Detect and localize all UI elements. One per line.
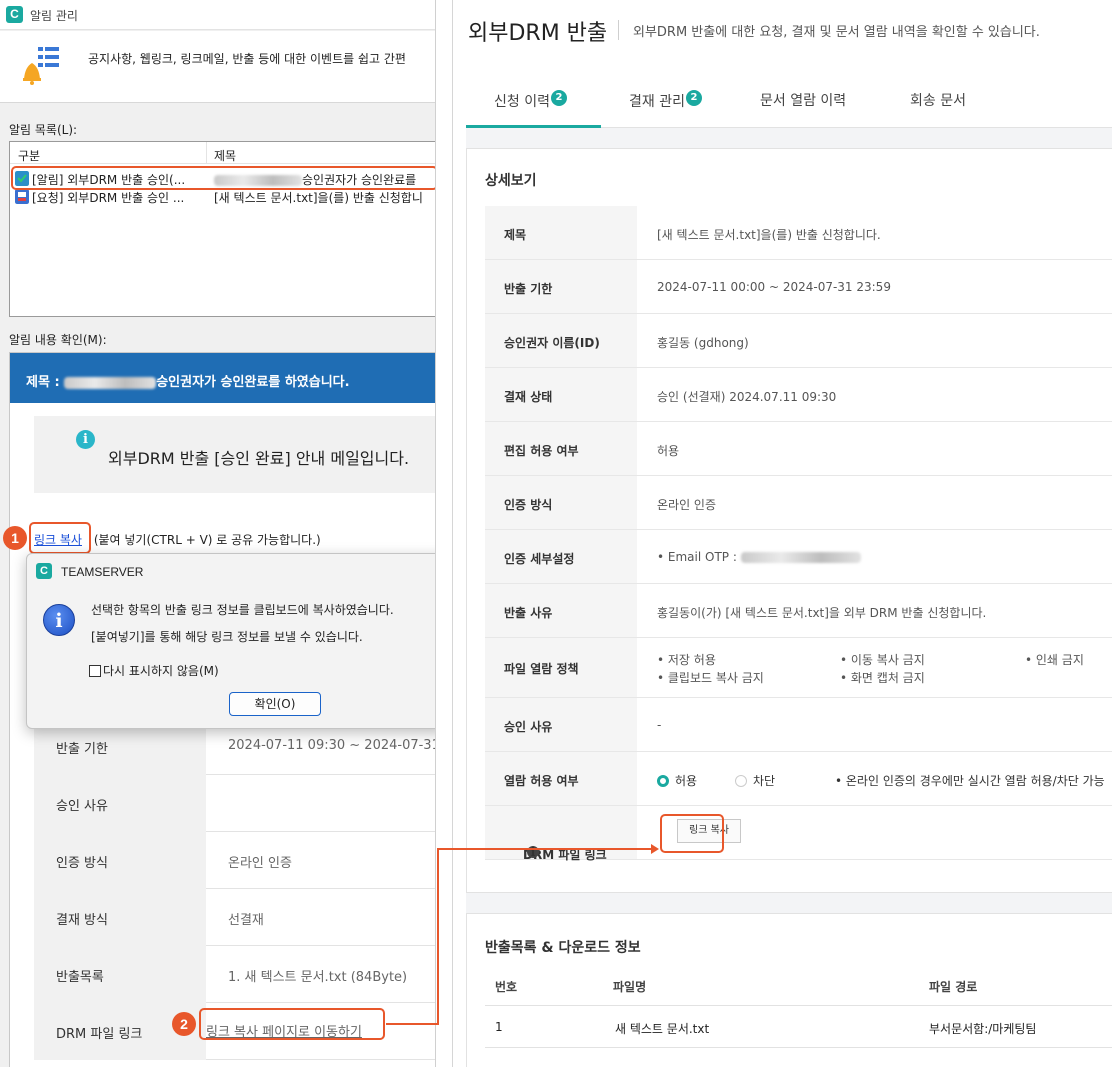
detail-value: 선결재 bbox=[228, 913, 264, 928]
info-icon: i bbox=[43, 604, 75, 636]
dialog-message-2: [붙여넣기]를 통해 해당 링크 정보를 보낼 수 있습니다. bbox=[91, 630, 363, 644]
request-mail-icon bbox=[15, 189, 29, 204]
radio-block[interactable]: 차단 bbox=[735, 772, 775, 789]
detail-row-auth: 인증 방식 온라인 인증 bbox=[485, 476, 1112, 530]
tab-request-history[interactable]: 신청 이력 2 bbox=[494, 90, 567, 111]
content-title-bar: 제목 : 승인권자가 승인완료를 하였습니다. bbox=[10, 353, 435, 403]
radio-off-icon[interactable] bbox=[735, 775, 747, 787]
app-logo-icon: C bbox=[36, 563, 52, 579]
window-title: 알림 관리 bbox=[30, 9, 78, 23]
col-header-type[interactable]: 구분 bbox=[18, 147, 40, 164]
list-label: 알림 목록(L): bbox=[9, 123, 78, 137]
info-notice: i 외부DRM 반출 [승인 완료] 안내 메일입니다. bbox=[34, 416, 435, 493]
detail-row-policy: 파일 열람 정책 • 저장 허용 • 이동 복사 금지 • 인쇄 금지 • 클립… bbox=[485, 638, 1112, 698]
copy-link-highlight bbox=[29, 522, 91, 554]
tab-approval[interactable]: 결재 관리 2 bbox=[629, 90, 702, 111]
list-item[interactable]: [요청] 외부DRM 반출 승인 ... [새 텍스트 문서.txt]을(를) … bbox=[10, 188, 435, 205]
copy-button-highlight bbox=[660, 814, 724, 853]
dont-show-checkbox[interactable]: 다시 표시하지 않음(M) bbox=[89, 662, 219, 679]
detail-row-period: 반출 기한 2024-07-11 00:00 ~ 2024-07-31 23:59 bbox=[485, 260, 1112, 314]
content-label: 알림 내용 확인(M): bbox=[9, 333, 107, 347]
detail-row-auth-detail: 인증 세부설정 • Email OTP : bbox=[485, 530, 1112, 584]
content-area: 상세보기 제목 [새 텍스트 문서.txt]을(를) 반출 신청합니다. 반출 기… bbox=[466, 128, 1112, 1067]
detail-key: 반출목록 bbox=[56, 970, 104, 985]
detail-row-approver: 승인권자 이름(ID) 홍길동 (gdhong) bbox=[485, 314, 1112, 368]
detail-row-title: 제목 [새 텍스트 문서.txt]을(를) 반출 신청합니다. bbox=[485, 206, 1112, 260]
selected-row-highlight bbox=[11, 166, 435, 190]
detail-row-status: 결재 상태 승인 (선결재) 2024.07.11 09:30 bbox=[485, 368, 1112, 422]
dialog-title: TEAMSERVER bbox=[61, 565, 144, 579]
page-subtitle: 외부DRM 반출에 대한 요청, 결재 및 문서 열람 내역을 확인할 수 있습… bbox=[633, 25, 1040, 40]
banner-description: 공지사항, 웹링크, 링크메일, 반출 등에 대한 이벤트를 쉽고 간편 bbox=[88, 52, 406, 66]
step-badge-1: 1 bbox=[3, 526, 27, 550]
info-circle-icon: i bbox=[76, 430, 95, 449]
tab-bar: 신청 이력 2 결재 관리 2 문서 열람 이력 회송 문서 bbox=[466, 65, 1112, 128]
detail-value: 2024-07-11 09:30 ~ 2024-07-31 2 bbox=[228, 738, 436, 753]
file-table-header: 번호 파일명 파일 경로 bbox=[485, 964, 1112, 1006]
list-header: 구분 제목 bbox=[10, 142, 435, 164]
info-icon: i bbox=[527, 846, 539, 858]
step-badge-2: 2 bbox=[172, 1012, 196, 1036]
detail-key: 반출 기한 bbox=[56, 742, 108, 757]
table-row[interactable]: 1 새 텍스트 문서.txt 부서문서함:/마케팅팀 bbox=[485, 1006, 1112, 1048]
detail-value: 1. 새 텍스트 문서.txt (84Byte) bbox=[228, 970, 408, 985]
bell-list-icon bbox=[23, 47, 59, 85]
title-prefix: 제목 : bbox=[26, 375, 60, 390]
detail-row-reason: 반출 사유 홍길동이(가) [새 텍스트 문서.txt]을 외부 DRM 반출 신… bbox=[485, 584, 1112, 638]
file-list-card: 반출목록 & 다운로드 정보 번호 파일명 파일 경로 1 새 텍스트 문서.t… bbox=[466, 913, 1112, 1067]
row-subject: [새 텍스트 문서.txt]을(를) 반출 신청합니 bbox=[214, 191, 423, 205]
ok-button[interactable]: 확인(O) bbox=[229, 692, 321, 716]
detail-title: 상세보기 bbox=[485, 173, 537, 189]
detail-row-approve-reason: 승인 사유 - bbox=[485, 698, 1112, 752]
count-badge: 2 bbox=[685, 90, 702, 106]
detail-row: 승인 사유 bbox=[34, 775, 435, 832]
detail-key: DRM 파일 링크 bbox=[56, 1027, 143, 1042]
detail-row: 반출목록 1. 새 텍스트 문서.txt (84Byte) bbox=[34, 946, 435, 1003]
copy-hint: (붙여 넣기(CTRL + V) 로 공유 가능합니다.) bbox=[93, 533, 321, 547]
tab-returned-docs[interactable]: 회송 문서 bbox=[910, 90, 966, 110]
count-badge: 2 bbox=[550, 90, 567, 106]
radio-on-icon[interactable] bbox=[657, 775, 669, 787]
notification-manager-window: C 알림 관리 공지사항, 웹링크, 링크메일, 반출 등에 대한 이벤트를 쉽… bbox=[0, 0, 436, 1067]
detail-row-edit: 편집 허용 여부 허용 bbox=[485, 422, 1112, 476]
detail-card: 상세보기 제목 [새 텍스트 문서.txt]을(를) 반출 신청합니다. 반출 기… bbox=[466, 148, 1112, 893]
row-type: [요청] 외부DRM 반출 승인 ... bbox=[32, 191, 185, 205]
title-text: 승인권자가 승인완료를 하였습니다. bbox=[156, 375, 350, 390]
dialog-message-1: 선택한 항목의 반출 링크 정보를 클립보드에 복사하였습니다. bbox=[91, 603, 394, 617]
detail-row-view-allow: 열람 허용 여부 허용 차단 • 온라인 인증의 경우에만 실시간 열람 허용/… bbox=[485, 752, 1112, 806]
detail-value: 온라인 인증 bbox=[228, 856, 292, 871]
col-header-subject[interactable]: 제목 bbox=[214, 147, 236, 164]
radio-allow[interactable]: 허용 bbox=[657, 772, 697, 789]
detail-key: 승인 사유 bbox=[56, 799, 108, 814]
app-logo-icon: C bbox=[6, 6, 23, 23]
file-list-title: 반출목록 & 다운로드 정보 bbox=[485, 940, 641, 956]
detail-row: 결재 방식 선결재 bbox=[34, 889, 435, 946]
tab-view-history[interactable]: 문서 열람 이력 bbox=[760, 90, 846, 110]
copy-confirm-dialog: C TEAMSERVER i 선택한 항목의 반출 링크 정보를 클립보드에 복… bbox=[26, 553, 435, 729]
detail-row: 인증 방식 온라인 인증 bbox=[34, 832, 435, 889]
banner: 공지사항, 웹링크, 링크메일, 반출 등에 대한 이벤트를 쉽고 간편 bbox=[0, 31, 435, 103]
external-drm-page: 외부DRM 반출 외부DRM 반출에 대한 요청, 결재 및 문서 열람 내역을… bbox=[452, 0, 1112, 1067]
detail-row-drm-link: DRM 파일 링크 i 링크 복사 bbox=[485, 806, 1112, 862]
checkbox-icon[interactable] bbox=[89, 665, 101, 677]
title-bar: C 알림 관리 bbox=[0, 0, 435, 30]
page-title: 외부DRM 반출 bbox=[468, 21, 608, 46]
detail-key: 인증 방식 bbox=[56, 856, 108, 871]
view-note: • 온라인 인증의 경우에만 실시간 열람 허용/차단 가능 bbox=[835, 774, 1105, 788]
drm-link-highlight bbox=[199, 1008, 385, 1040]
info-text: 외부DRM 반출 [승인 완료] 안내 메일입니다. bbox=[108, 449, 410, 468]
detail-key: 결재 방식 bbox=[56, 913, 108, 928]
